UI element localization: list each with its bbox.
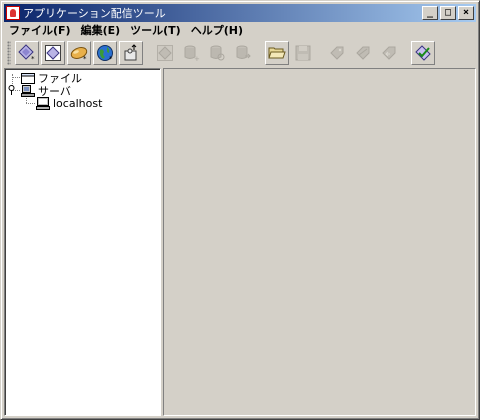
database-add-button[interactable]: + [179, 41, 203, 65]
svg-text:*: * [31, 55, 35, 62]
database-export-button[interactable] [231, 41, 255, 65]
save-button[interactable] [291, 41, 315, 65]
minimize-button[interactable]: _ [422, 6, 438, 20]
checklist-icon [415, 45, 431, 61]
new-item-button[interactable]: * [15, 41, 39, 65]
tree-line [26, 103, 35, 104]
maximize-button[interactable]: □ [440, 6, 456, 20]
upload-module-button[interactable] [119, 41, 143, 65]
diamond-gray-icon [157, 45, 173, 61]
puzzle-upload-icon [124, 44, 137, 61]
tag-back-button[interactable] [377, 41, 401, 65]
tag-edit-button[interactable] [351, 41, 375, 65]
computer-icon [36, 96, 50, 110]
database-export-icon [236, 45, 251, 59]
save-disk-icon [295, 45, 311, 61]
diamond-action-button[interactable] [153, 41, 177, 65]
edit-item-button[interactable] [41, 41, 65, 65]
expand-handle-icon[interactable] [7, 85, 16, 95]
menu-bar: ファイル(F) 編集(E) ツール(T) ヘルプ(H) [4, 22, 476, 38]
toolbar-grip[interactable] [7, 41, 11, 65]
server-icon [21, 85, 35, 97]
database-add-icon: + [184, 45, 200, 62]
menu-tools[interactable]: ツール(T) [125, 22, 186, 38]
app-logo-icon [6, 6, 20, 20]
tag-add-button[interactable] [325, 41, 349, 65]
capsule-button[interactable]: * [67, 41, 91, 65]
tree-node-label: localhost [53, 96, 103, 110]
tag-back-icon [382, 46, 396, 60]
diamond-frame-icon [45, 45, 61, 61]
database-refresh-icon [210, 45, 225, 61]
globe-icon: * [97, 45, 113, 62]
menu-edit[interactable]: 編集(E) [76, 22, 126, 38]
title-bar[interactable]: アプリケーション配信ツール _ □ × [4, 4, 476, 22]
tree-panel[interactable]: ファイル サーバ localhost [4, 68, 161, 416]
verify-button[interactable] [411, 41, 435, 65]
svg-text:*: * [83, 55, 87, 62]
open-folder-icon [268, 47, 286, 59]
menu-help[interactable]: ヘルプ(H) [186, 22, 248, 38]
database-refresh-button[interactable] [205, 41, 229, 65]
svg-text:*: * [109, 55, 113, 62]
tree-line [12, 77, 20, 78]
app-window: アプリケーション配信ツール _ □ × ファイル(F) 編集(E) ツール(T)… [0, 0, 480, 420]
open-button[interactable] [265, 41, 289, 65]
window-title: アプリケーション配信ツール [23, 7, 166, 20]
close-button[interactable]: × [458, 6, 474, 20]
diamond-new-icon: * [18, 44, 35, 62]
capsule-icon: * [70, 47, 88, 62]
tree-node-localhost[interactable]: localhost [36, 96, 102, 110]
tag-edit-icon [356, 46, 370, 60]
folder-window-icon [21, 73, 35, 84]
detail-panel [163, 68, 476, 416]
tag-add-icon [330, 46, 344, 60]
svg-text:+: + [194, 55, 200, 62]
toolbar: * * * + [4, 38, 476, 68]
globe-button[interactable]: * [93, 41, 117, 65]
menu-file[interactable]: ファイル(F) [4, 22, 76, 38]
